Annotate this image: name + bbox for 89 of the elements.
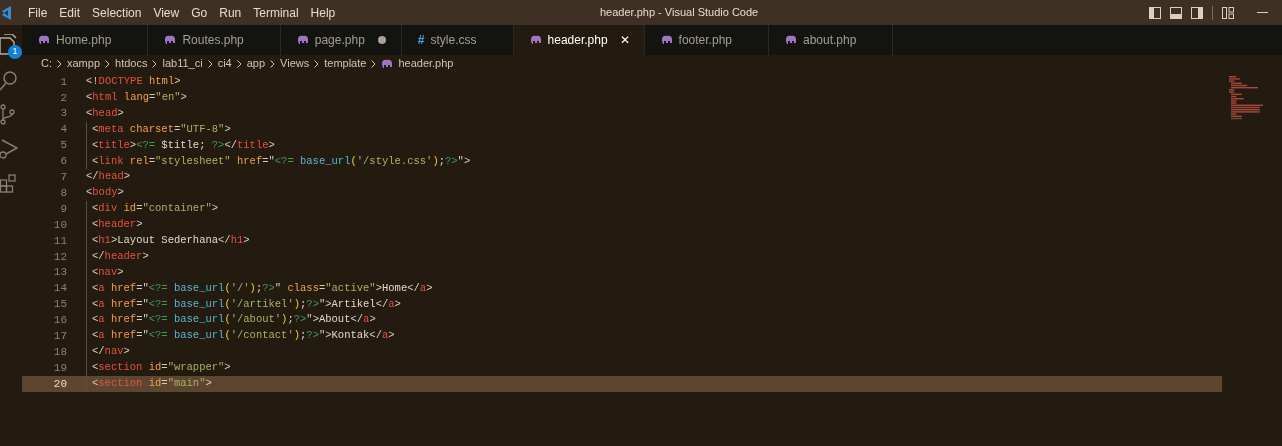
sidebar-toggle-icon[interactable] [1149, 6, 1161, 19]
notification-badge: 1 [8, 45, 22, 59]
files-icon[interactable] [0, 34, 18, 56]
line-number: 10 [52, 217, 67, 233]
breadcrumb-item[interactable]: lab11_ci [162, 55, 203, 72]
breadcrumb-item[interactable]: template [324, 55, 367, 72]
code-line: <a href="<?= base_url('/about');?>">About</a> [92, 312, 376, 328]
breadcrumb-item[interactable]: C: [41, 55, 52, 72]
elephant-icon [296, 35, 309, 45]
elephant-icon [785, 35, 797, 45]
line-number: 13 [52, 265, 67, 281]
code-line: <link rel="stylesheet" href="<?= base_url('/style.css');?>"> [92, 153, 471, 169]
code-line: <nav> [92, 264, 124, 280]
line-number: 12 [52, 249, 67, 265]
line-number: 17 [52, 328, 67, 344]
menu-item[interactable]: Run [213, 3, 248, 22]
source-control-icon[interactable] [0, 104, 18, 126]
line-number: 6 [59, 154, 67, 170]
chevron-icon [371, 59, 377, 68]
line-number: 11 [52, 233, 67, 249]
code-line: </header> [92, 248, 149, 264]
code-line: <body> [86, 185, 124, 201]
panel-toggle-icon[interactable] [1170, 6, 1182, 19]
line-number: 16 [52, 313, 67, 329]
search-icon[interactable] [0, 70, 18, 92]
code-line: <section id="main"> [92, 376, 212, 391]
window-title: header.php - Visual Studio Code [600, 5, 759, 21]
chevron-icon [236, 59, 242, 68]
chevron-icon [57, 59, 62, 68]
elephant-icon [38, 35, 50, 45]
menu-item[interactable]: Terminal [247, 3, 305, 22]
code-line: <html lang="en"> [86, 89, 187, 105]
code-line: <title><?= $title; ?></title> [92, 137, 275, 153]
css-glyph: # [417, 32, 425, 49]
elephant-icon [381, 58, 394, 69]
breadcrumb-item[interactable]: ci4 [217, 55, 232, 72]
chevron-icon [152, 59, 158, 68]
line-number: 19 [52, 360, 67, 376]
line-number: 9 [59, 201, 67, 217]
menu-item[interactable]: File [22, 3, 54, 22]
code-line: <h1>Layout Sederhana</h1> [92, 232, 250, 248]
code-line: <a href="<?= base_url('/');?>" class="active">Home</a> [92, 280, 433, 296]
menu-item[interactable]: Help [304, 3, 342, 22]
menu-item[interactable]: Edit [53, 3, 87, 22]
chevron-icon [314, 59, 320, 68]
elephant-icon [660, 35, 673, 45]
menu-item[interactable]: Go [185, 3, 214, 22]
code-line: </nav> [92, 344, 130, 360]
code-line: <section id="wrapper"> [92, 360, 231, 376]
code-line: <a href="<?= base_url('/contact');?>">Kontak</a> [92, 328, 395, 344]
breadcrumb-item[interactable]: htdocs [115, 55, 148, 72]
line-number: 5 [59, 138, 67, 154]
code-line: <meta charset="UTF-8"> [92, 121, 231, 137]
code-line: <!DOCTYPE html> [86, 74, 181, 90]
line-number: 18 [52, 344, 67, 360]
minimap [1229, 76, 1263, 122]
code-line: <div id="container"> [92, 201, 219, 217]
secondary-sidebar-icon[interactable] [1191, 6, 1203, 19]
editor-logo-icon [2, 5, 12, 20]
editor-tab[interactable]: header.php ✕ [513, 25, 645, 55]
line-number: 20 [52, 376, 67, 392]
line-number: 14 [52, 281, 67, 297]
breadcrumb-item[interactable]: header.php [398, 55, 454, 72]
line-number: 2 [59, 90, 67, 106]
extensions-icon[interactable] [0, 172, 18, 194]
chevron-icon [105, 59, 111, 68]
run-debug-icon[interactable] [0, 138, 18, 160]
code-line: <header> [92, 217, 143, 233]
layout-icon[interactable] [1222, 6, 1234, 19]
breadcrumb-item[interactable]: Views [280, 55, 310, 72]
breadcrumb-item[interactable]: xampp [67, 55, 101, 72]
line-number: 3 [59, 106, 67, 122]
minimize-icon[interactable] [1257, 11, 1268, 14]
elephant-icon [164, 35, 177, 45]
line-number: 4 [59, 122, 67, 138]
close-icon[interactable]: ✕ [619, 31, 630, 49]
chevron-icon [270, 59, 276, 68]
line-number: 7 [59, 170, 67, 186]
code-line: <head> [86, 105, 124, 121]
code-line: </head> [86, 169, 131, 185]
elephant-icon [529, 35, 542, 45]
line-number: 8 [59, 185, 67, 201]
menu-item[interactable]: View [147, 3, 186, 22]
menu-item[interactable]: Selection [86, 3, 148, 22]
breadcrumb-item[interactable]: app [246, 55, 266, 72]
chevron-icon [207, 59, 213, 68]
line-number: 1 [59, 74, 67, 90]
code-line: <a href="<?= base_url('/artikel');?>">Artikel</a> [92, 296, 401, 312]
line-number: 15 [52, 297, 67, 313]
